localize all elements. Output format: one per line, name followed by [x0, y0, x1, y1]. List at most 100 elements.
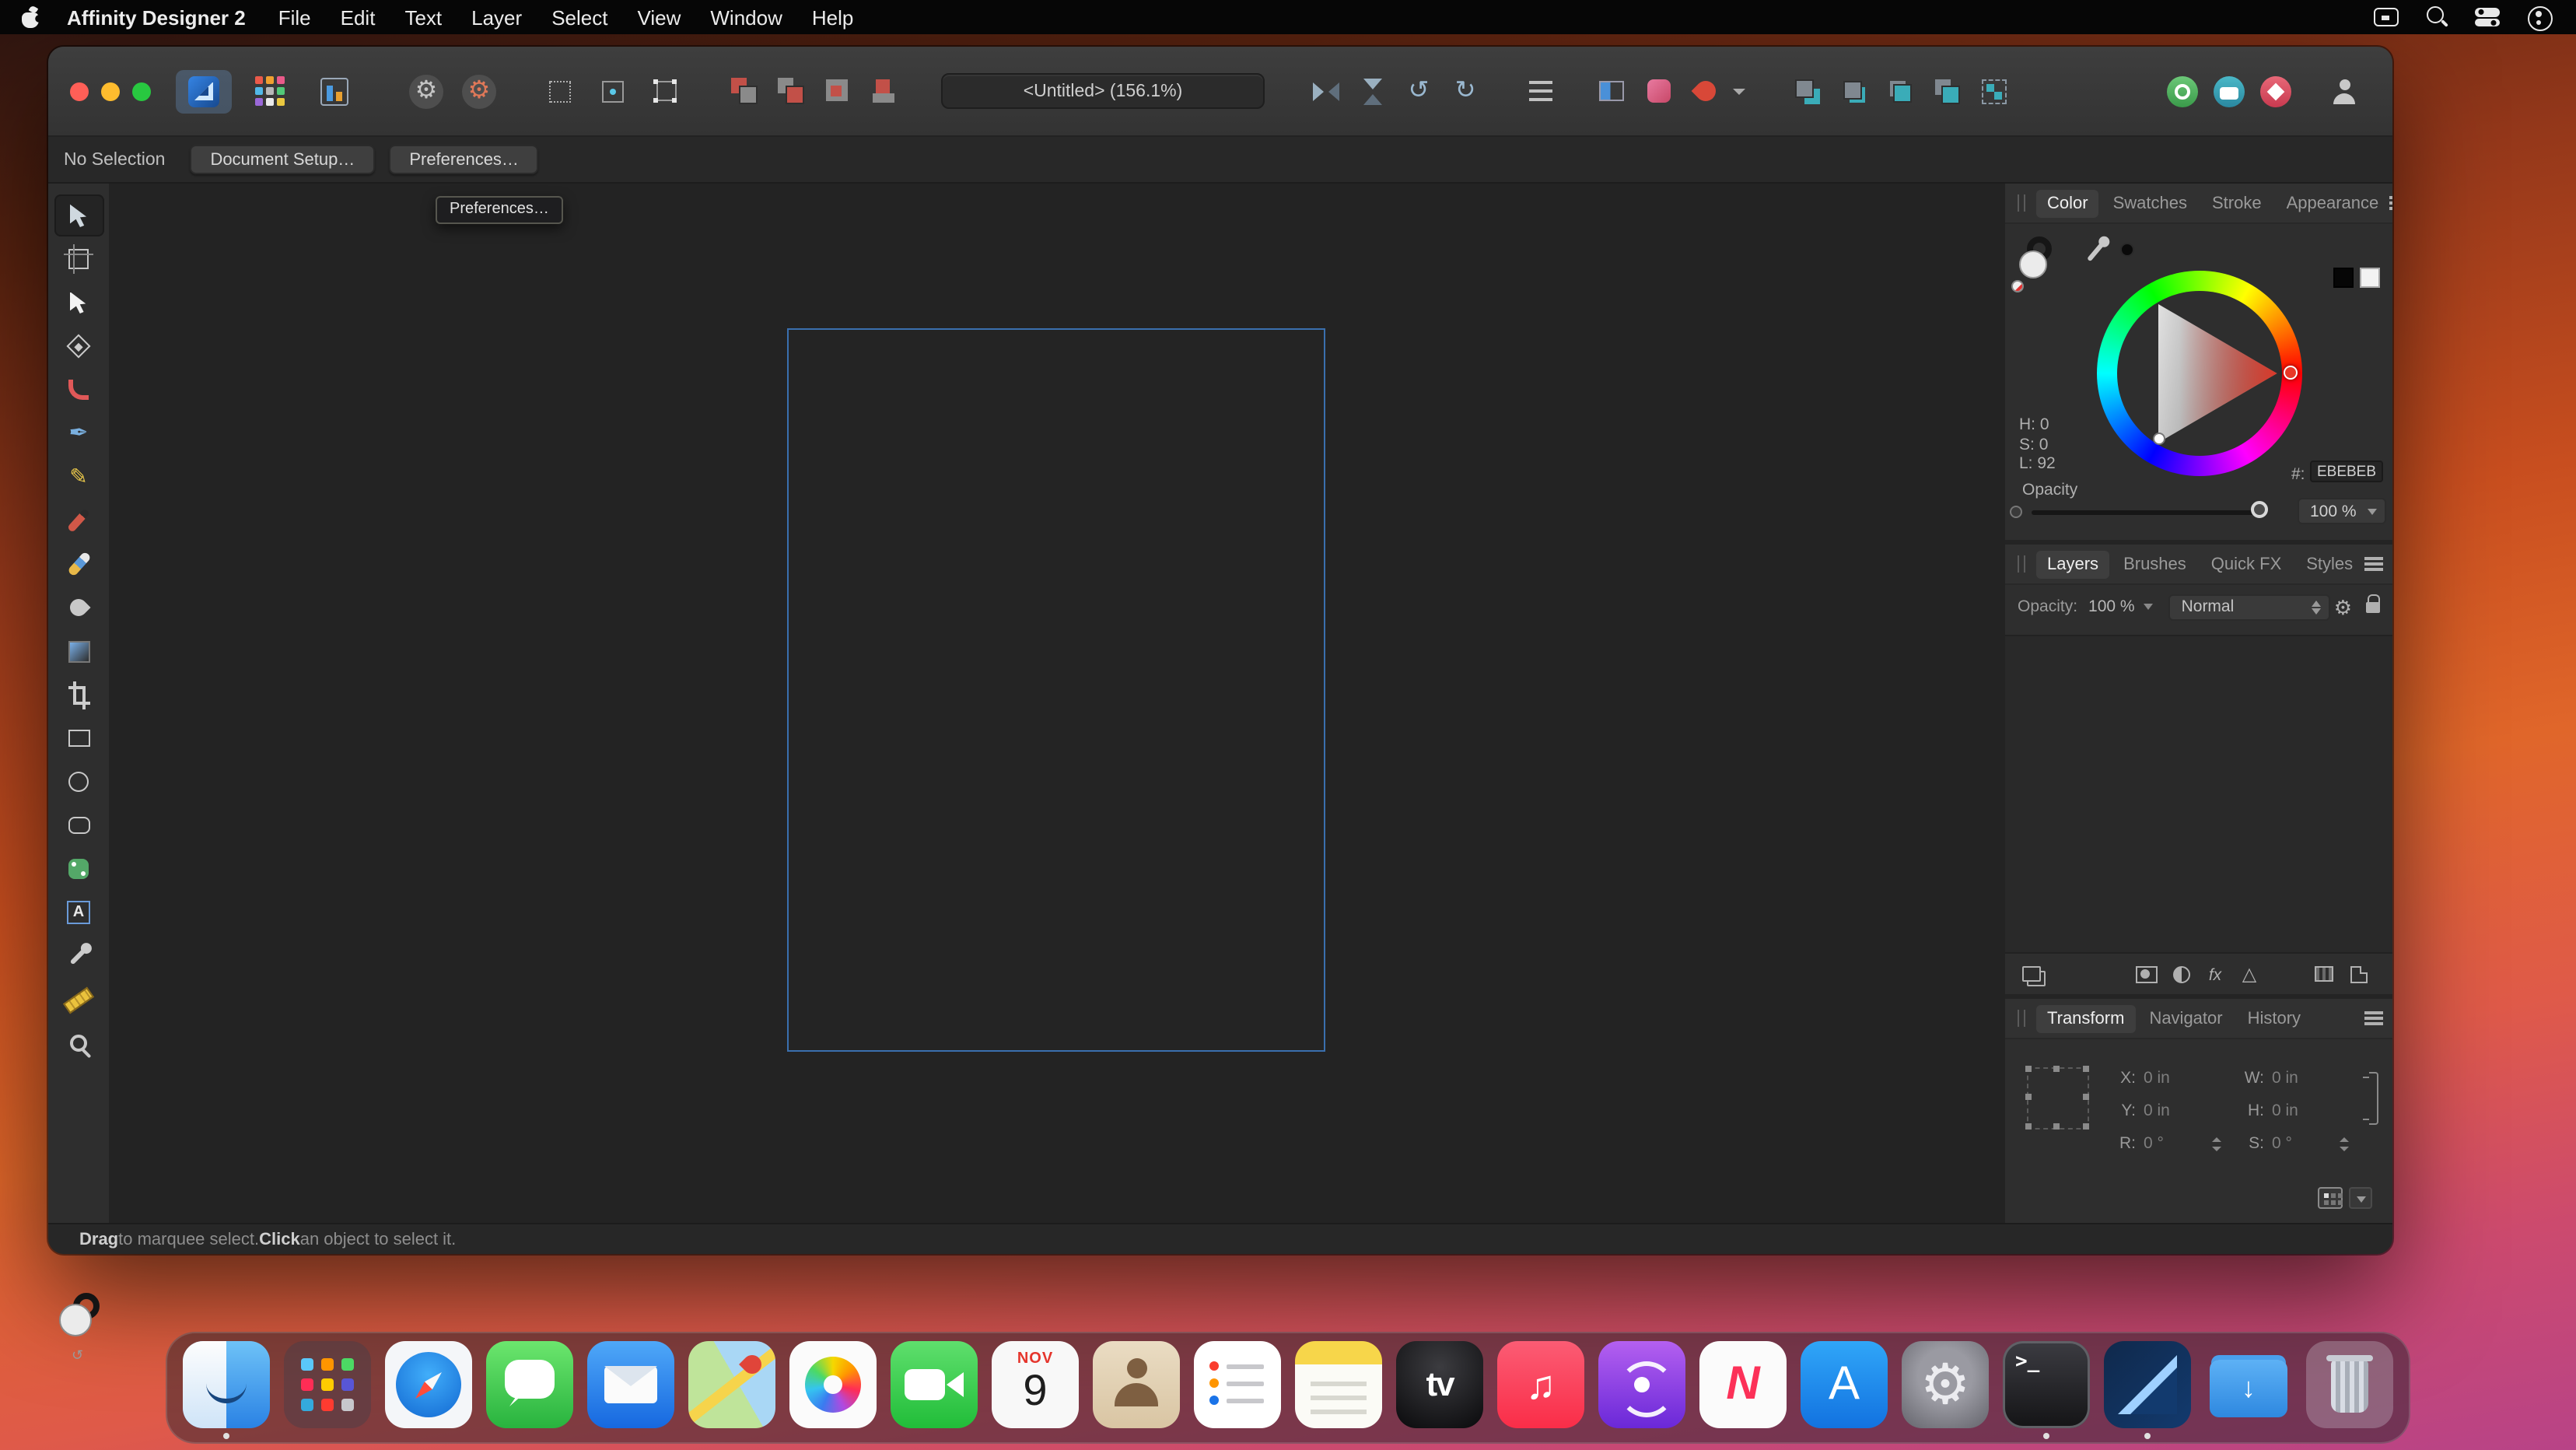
link-dimensions-icon[interactable] — [2369, 1072, 2378, 1125]
dock-app-icon[interactable]: A — [1801, 1341, 1888, 1428]
context-button[interactable]: Preferences… — [389, 145, 539, 174]
tool-button[interactable] — [54, 499, 103, 541]
dock-item[interactable] — [587, 1341, 674, 1428]
dock-app-icon[interactable] — [486, 1341, 573, 1428]
panel-grip-icon[interactable] — [2018, 555, 2025, 573]
zoom-button[interactable] — [132, 82, 151, 100]
panel-tab[interactable]: Stroke — [2201, 189, 2273, 217]
blend-mode-dropdown[interactable]: Normal — [2169, 594, 2331, 620]
anchor-point-selector[interactable] — [2318, 1187, 2343, 1209]
panel-tab[interactable]: Quick FX — [2200, 550, 2292, 578]
tool-button[interactable] — [54, 369, 103, 411]
panel-tab[interactable]: Styles — [2295, 550, 2364, 578]
document-page[interactable] — [787, 328, 1325, 1052]
dock-app-icon[interactable]: N — [1699, 1341, 1787, 1428]
panel-tab[interactable]: History — [2237, 1004, 2312, 1032]
toolbar-button[interactable] — [1349, 69, 1395, 113]
tool-button[interactable] — [54, 979, 103, 1021]
toolbar-button[interactable] — [1728, 69, 1750, 113]
context-button[interactable]: Document Setup… — [190, 145, 375, 174]
layers-action-button[interactable] — [2168, 961, 2193, 986]
layer-lock-icon[interactable] — [2366, 601, 2380, 612]
tool-button[interactable] — [54, 587, 103, 629]
menubar-status-icon[interactable] — [2475, 6, 2503, 28]
saturation-lightness-marker[interactable] — [2153, 433, 2165, 445]
menubar-status-icon[interactable] — [2372, 6, 2400, 28]
app-menu-title[interactable]: Affinity Designer 2 — [67, 5, 246, 29]
tool-button[interactable] — [54, 717, 103, 759]
dock-item[interactable] — [1295, 1341, 1382, 1428]
dock-app-icon[interactable] — [891, 1341, 978, 1428]
fill-stroke-well[interactable] — [54, 1293, 104, 1349]
dock-app-icon[interactable] — [1295, 1341, 1382, 1428]
toolbar-button[interactable] — [241, 69, 297, 113]
menu-item[interactable]: Edit — [341, 5, 376, 29]
dock-item[interactable] — [183, 1341, 270, 1428]
tool-button[interactable] — [54, 543, 103, 585]
tool-button[interactable] — [54, 456, 103, 498]
menubar-status-icon[interactable] — [2424, 6, 2452, 28]
spinner-icon[interactable] — [2338, 1137, 2352, 1151]
panel-tab[interactable]: Transform — [2036, 1004, 2135, 1032]
tool-button[interactable] — [54, 630, 103, 672]
layers-opacity-dropdown[interactable]: 100 % — [2088, 597, 2154, 616]
dock-item[interactable]: >_ — [2003, 1341, 2090, 1428]
dock-app-icon[interactable] — [587, 1341, 674, 1428]
opacity-slider[interactable] — [2032, 510, 2262, 515]
layer-settings-gear-icon[interactable] — [2334, 597, 2352, 617]
panel-menu-icon[interactable] — [2389, 197, 2392, 199]
dock-item[interactable] — [1093, 1341, 1180, 1428]
tool-button[interactable] — [54, 891, 103, 933]
tool-button[interactable] — [54, 282, 103, 324]
dock-app-icon[interactable]: tv — [1396, 1341, 1483, 1428]
toolbar-button[interactable] — [306, 69, 362, 113]
menu-item[interactable]: Layer — [471, 5, 522, 29]
layers-action-button[interactable] — [2237, 961, 2262, 986]
toolbar-button[interactable] — [720, 69, 767, 113]
transform-field[interactable]: R: 0 ° — [2111, 1133, 2224, 1154]
dock-app-icon[interactable] — [2205, 1341, 2292, 1428]
menu-item[interactable]: Select — [551, 5, 607, 29]
dock-item[interactable]: ♫ — [1497, 1341, 1584, 1428]
layers-action-button[interactable] — [2203, 961, 2228, 986]
toolbar-button[interactable] — [1588, 69, 1635, 113]
toolbar-button[interactable] — [1517, 69, 1563, 113]
dock-item[interactable] — [688, 1341, 775, 1428]
transform-field[interactable]: S: 0 ° — [2239, 1133, 2352, 1154]
transform-field[interactable]: Y: 0 in — [2111, 1100, 2224, 1122]
toolbar-button[interactable] — [1395, 69, 1442, 113]
dock-item[interactable] — [385, 1341, 472, 1428]
black-swatch[interactable] — [2333, 268, 2354, 288]
dock-item[interactable]: tv — [1396, 1341, 1483, 1428]
opacity-slider-start[interactable] — [2010, 506, 2022, 518]
dock-item[interactable]: ⚙ — [1902, 1341, 1989, 1428]
picked-color-swatch[interactable] — [2120, 243, 2134, 257]
menubar-status-icon[interactable] — [2526, 6, 2554, 28]
dock-app-icon[interactable] — [1194, 1341, 1281, 1428]
opacity-value-dropdown[interactable]: 100 % — [2298, 498, 2386, 524]
tool-button[interactable] — [54, 935, 103, 977]
panel-tab[interactable]: Layers — [2036, 550, 2109, 578]
toolbar-button[interactable] — [642, 69, 689, 113]
tool-button[interactable] — [54, 848, 103, 890]
no-color-icon[interactable] — [2011, 280, 2024, 292]
dock-item[interactable] — [2306, 1341, 2393, 1428]
menu-item[interactable]: Text — [404, 5, 442, 29]
transform-field[interactable]: X: 0 in — [2111, 1067, 2224, 1089]
toolbar-button[interactable] — [1971, 69, 2018, 113]
toolbar-button[interactable] — [1442, 69, 1489, 113]
toolbar-button[interactable] — [590, 69, 636, 113]
tool-button[interactable] — [54, 194, 103, 236]
toolbar-button[interactable] — [456, 69, 502, 113]
dock-app-icon[interactable] — [2104, 1341, 2191, 1428]
layers-action-button[interactable] — [2389, 961, 2392, 986]
dock-item[interactable] — [891, 1341, 978, 1428]
dock-item[interactable] — [2205, 1341, 2292, 1428]
dock-item[interactable] — [1194, 1341, 1281, 1428]
dock-app-icon[interactable] — [2306, 1341, 2393, 1428]
layers-list[interactable] — [2005, 635, 2392, 954]
layers-action-button[interactable] — [2019, 961, 2044, 986]
tool-button[interactable] — [54, 804, 103, 846]
layers-action-button[interactable] — [2346, 961, 2371, 986]
hue-marker[interactable] — [2284, 366, 2298, 380]
